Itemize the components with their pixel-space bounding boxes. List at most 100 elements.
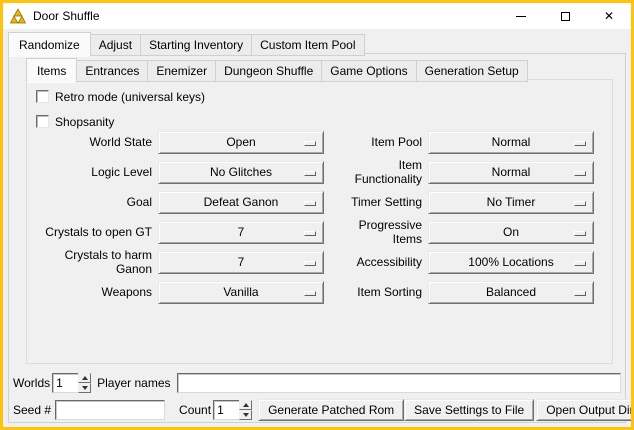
label-progressive-items: Progressive Items bbox=[332, 218, 428, 246]
tab-starting-inventory[interactable]: Starting Inventory bbox=[140, 34, 252, 56]
checkbox-retro-mode[interactable]: Retro mode (universal keys) bbox=[36, 88, 205, 105]
generate-patched-rom-button[interactable]: Generate Patched Rom bbox=[258, 399, 404, 421]
arrow-up-icon bbox=[243, 403, 249, 407]
tab-adjust[interactable]: Adjust bbox=[90, 34, 141, 56]
option-row: World State Open Item Pool Normal bbox=[33, 130, 606, 154]
checkbox-box-icon bbox=[36, 90, 49, 103]
worlds-up-button[interactable] bbox=[78, 373, 91, 383]
dropdown-goal[interactable]: Defeat Ganon bbox=[158, 191, 324, 214]
dropdown-value: Balanced bbox=[486, 285, 536, 299]
maximize-button[interactable] bbox=[543, 3, 587, 29]
tab-randomize[interactable]: Randomize bbox=[8, 32, 91, 57]
tab-enemizer[interactable]: Enemizer bbox=[147, 60, 216, 82]
dropdown-value: No Glitches bbox=[210, 165, 272, 179]
dropdown-indicator-icon bbox=[574, 291, 586, 296]
window-title: Door Shuffle bbox=[33, 9, 100, 23]
count-down-button[interactable] bbox=[239, 410, 252, 420]
items-pane: Retro mode (universal keys) Shopsanity W… bbox=[26, 79, 613, 364]
randomize-pane: Items Entrances Enemizer Dungeon Shuffle… bbox=[8, 53, 626, 423]
checkbox-box-icon bbox=[36, 115, 49, 128]
label-item-sorting: Item Sorting bbox=[332, 285, 428, 299]
checkbox-label: Retro mode (universal keys) bbox=[55, 90, 205, 104]
worlds-down-button[interactable] bbox=[78, 383, 91, 393]
option-row: Weapons Vanilla Item Sorting Balanced bbox=[33, 280, 606, 304]
app-window: Door Shuffle ✕ Randomize Adjust Starting… bbox=[0, 0, 634, 430]
main-tab-bar: Randomize Adjust Starting Inventory Cust… bbox=[8, 32, 364, 56]
label-item-pool: Item Pool bbox=[332, 135, 428, 149]
dropdown-value: No Timer bbox=[487, 195, 536, 209]
arrow-up-icon bbox=[82, 376, 88, 380]
tab-entrances[interactable]: Entrances bbox=[76, 60, 148, 82]
minimize-button[interactable] bbox=[499, 3, 543, 29]
dropdown-accessibility[interactable]: 100% Locations bbox=[428, 251, 594, 274]
tab-game-options[interactable]: Game Options bbox=[321, 60, 416, 82]
dropdown-indicator-icon bbox=[304, 261, 316, 266]
dropdown-indicator-icon bbox=[574, 141, 586, 146]
count-label: Count bbox=[179, 403, 211, 417]
worlds-row: Worlds Player names bbox=[13, 372, 621, 394]
dropdown-value: 100% Locations bbox=[468, 255, 553, 269]
label-world-state: World State bbox=[33, 135, 158, 149]
label-accessibility: Accessibility bbox=[332, 255, 428, 269]
worlds-label: Worlds bbox=[13, 376, 50, 390]
tab-items[interactable]: Items bbox=[26, 58, 77, 83]
dropdown-value: Normal bbox=[492, 135, 531, 149]
label-weapons: Weapons bbox=[33, 285, 158, 299]
close-button[interactable]: ✕ bbox=[587, 3, 631, 29]
label-timer-setting: Timer Setting bbox=[332, 195, 428, 209]
window-controls: ✕ bbox=[499, 3, 631, 29]
dropdown-indicator-icon bbox=[574, 171, 586, 176]
label-crystals-harm-ganon: Crystals to harm Ganon bbox=[33, 248, 158, 276]
dropdown-item-functionality[interactable]: Normal bbox=[428, 161, 594, 184]
minimize-icon bbox=[516, 16, 526, 17]
dropdown-value: 7 bbox=[238, 225, 245, 239]
sub-tab-bar: Items Entrances Enemizer Dungeon Shuffle… bbox=[26, 58, 527, 82]
save-settings-button[interactable]: Save Settings to File bbox=[404, 399, 534, 421]
worlds-input[interactable] bbox=[52, 373, 78, 393]
arrow-down-icon bbox=[243, 413, 249, 417]
title-bar: Door Shuffle ✕ bbox=[3, 3, 631, 29]
client-area: Randomize Adjust Starting Inventory Cust… bbox=[3, 29, 631, 427]
dropdown-value: Vanilla bbox=[223, 285, 258, 299]
dropdown-timer-setting[interactable]: No Timer bbox=[428, 191, 594, 214]
dropdown-progressive-items[interactable]: On bbox=[428, 221, 594, 244]
dropdown-logic-level[interactable]: No Glitches bbox=[158, 161, 324, 184]
dropdown-item-pool[interactable]: Normal bbox=[428, 131, 594, 154]
seed-label: Seed # bbox=[13, 403, 51, 417]
label-crystals-open-gt: Crystals to open GT bbox=[33, 225, 158, 239]
dropdown-crystals-open-gt[interactable]: 7 bbox=[158, 221, 324, 244]
dropdown-indicator-icon bbox=[574, 231, 586, 236]
count-input[interactable] bbox=[213, 400, 239, 420]
dropdown-indicator-icon bbox=[304, 141, 316, 146]
open-output-directory-button[interactable]: Open Output Directory bbox=[536, 399, 634, 421]
count-stepper bbox=[213, 400, 252, 420]
dropdown-item-sorting[interactable]: Balanced bbox=[428, 281, 594, 304]
option-row: Crystals to harm Ganon 7 Accessibility 1… bbox=[33, 250, 606, 274]
tab-dungeon-shuffle[interactable]: Dungeon Shuffle bbox=[215, 60, 322, 82]
dropdown-crystals-harm-ganon[interactable]: 7 bbox=[158, 251, 324, 274]
dropdown-indicator-icon bbox=[304, 171, 316, 176]
dropdown-value: On bbox=[503, 225, 519, 239]
checkbox-label: Shopsanity bbox=[55, 115, 114, 129]
maximize-icon bbox=[561, 12, 570, 21]
arrow-down-icon bbox=[82, 386, 88, 390]
player-names-label: Player names bbox=[97, 376, 170, 390]
dropdown-weapons[interactable]: Vanilla bbox=[158, 281, 324, 304]
label-logic-level: Logic Level bbox=[33, 165, 158, 179]
tab-generation-setup[interactable]: Generation Setup bbox=[416, 60, 528, 82]
dropdown-indicator-icon bbox=[574, 261, 586, 266]
triforce-app-icon bbox=[10, 8, 26, 24]
count-up-button[interactable] bbox=[239, 400, 252, 410]
dropdown-value: Normal bbox=[492, 165, 531, 179]
tab-custom-item-pool[interactable]: Custom Item Pool bbox=[251, 34, 364, 56]
player-names-input[interactable] bbox=[177, 373, 622, 393]
dropdown-indicator-icon bbox=[304, 291, 316, 296]
dropdown-value: Defeat Ganon bbox=[204, 195, 279, 209]
seed-input[interactable] bbox=[55, 400, 165, 420]
seed-row: Seed # Count Generate Patched Rom Save S… bbox=[13, 399, 621, 421]
label-item-functionality: Item Functionality bbox=[332, 158, 428, 186]
dropdown-world-state[interactable]: Open bbox=[158, 131, 324, 154]
dropdown-indicator-icon bbox=[574, 201, 586, 206]
checkbox-shopsanity[interactable]: Shopsanity bbox=[36, 113, 114, 130]
option-row: Crystals to open GT 7 Progressive Items … bbox=[33, 220, 606, 244]
